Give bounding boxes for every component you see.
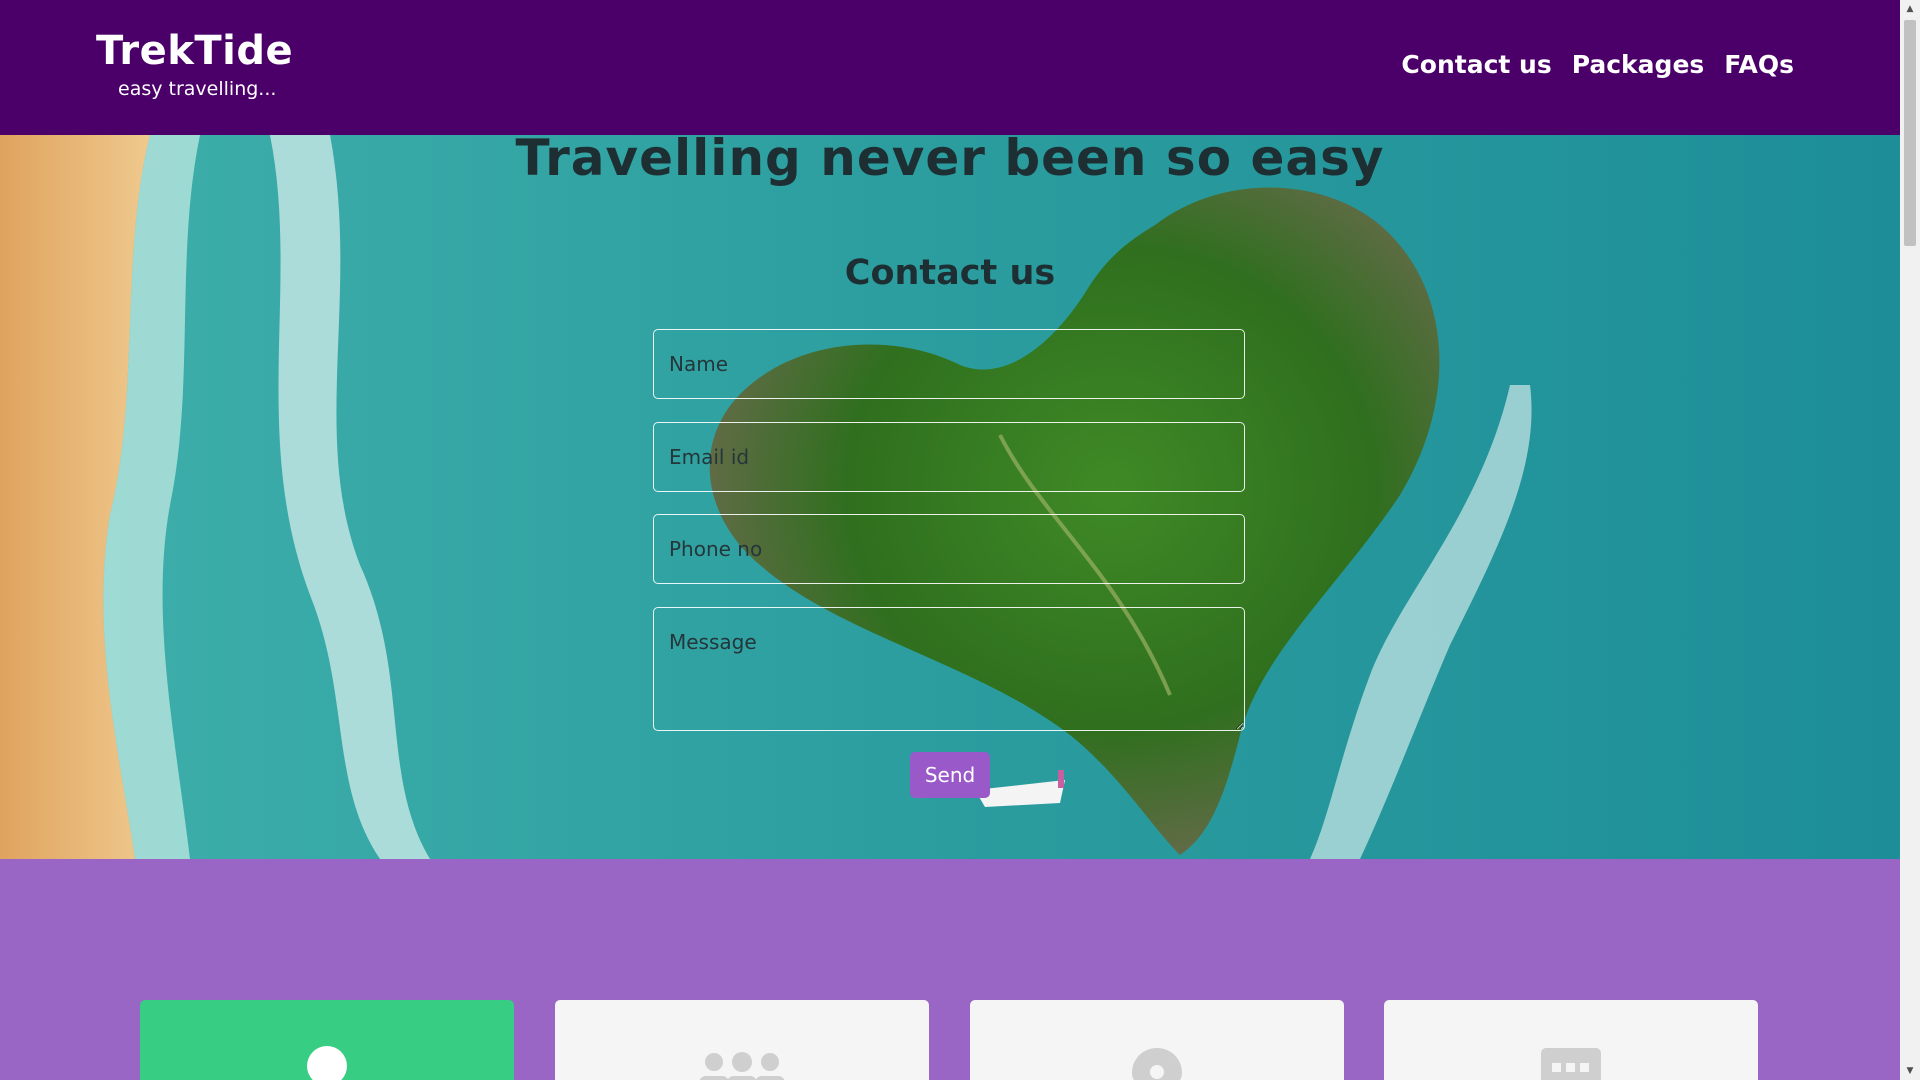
scroll-up-arrow-icon[interactable]: ▲	[1900, 0, 1920, 18]
brand[interactable]: TrekTide easy travelling...	[96, 26, 293, 100]
feature-card-person[interactable]	[140, 1000, 514, 1080]
hero-title: Travelling never been so easy	[515, 135, 1385, 187]
message-textarea[interactable]	[653, 607, 1245, 731]
send-button[interactable]: Send	[910, 752, 990, 798]
nav-contact-us[interactable]: Contact us	[1401, 50, 1551, 79]
hero-section: Travelling never been so easy Contact us…	[0, 135, 1900, 859]
feature-card-group[interactable]	[555, 1000, 929, 1080]
name-input[interactable]	[653, 329, 1245, 399]
email-input[interactable]	[653, 422, 1245, 492]
location-pin-icon	[1132, 1048, 1182, 1080]
brand-tagline: easy travelling...	[118, 78, 277, 100]
nav-faqs[interactable]: FAQs	[1724, 50, 1794, 79]
scrollbar-thumb[interactable]	[1904, 20, 1916, 246]
contact-form-title: Contact us	[844, 253, 1056, 293]
main-nav: Contact us Packages FAQs	[1401, 50, 1794, 79]
page: TrekTide easy travelling... Contact us P…	[0, 0, 1900, 1080]
nav-packages[interactable]: Packages	[1572, 50, 1705, 79]
phone-input[interactable]	[653, 514, 1245, 584]
vertical-scrollbar[interactable]: ▲ ▼	[1900, 0, 1920, 1080]
hero-background-image	[0, 135, 1900, 859]
feature-card-location[interactable]	[970, 1000, 1344, 1080]
group-icon	[699, 1052, 785, 1080]
chat-icon	[1541, 1048, 1601, 1080]
feature-card-chat[interactable]	[1384, 1000, 1758, 1080]
scroll-down-arrow-icon[interactable]: ▼	[1900, 1062, 1920, 1080]
brand-name: TrekTide	[96, 28, 294, 74]
site-header: TrekTide easy travelling... Contact us P…	[0, 0, 1900, 135]
person-icon	[307, 1046, 347, 1080]
